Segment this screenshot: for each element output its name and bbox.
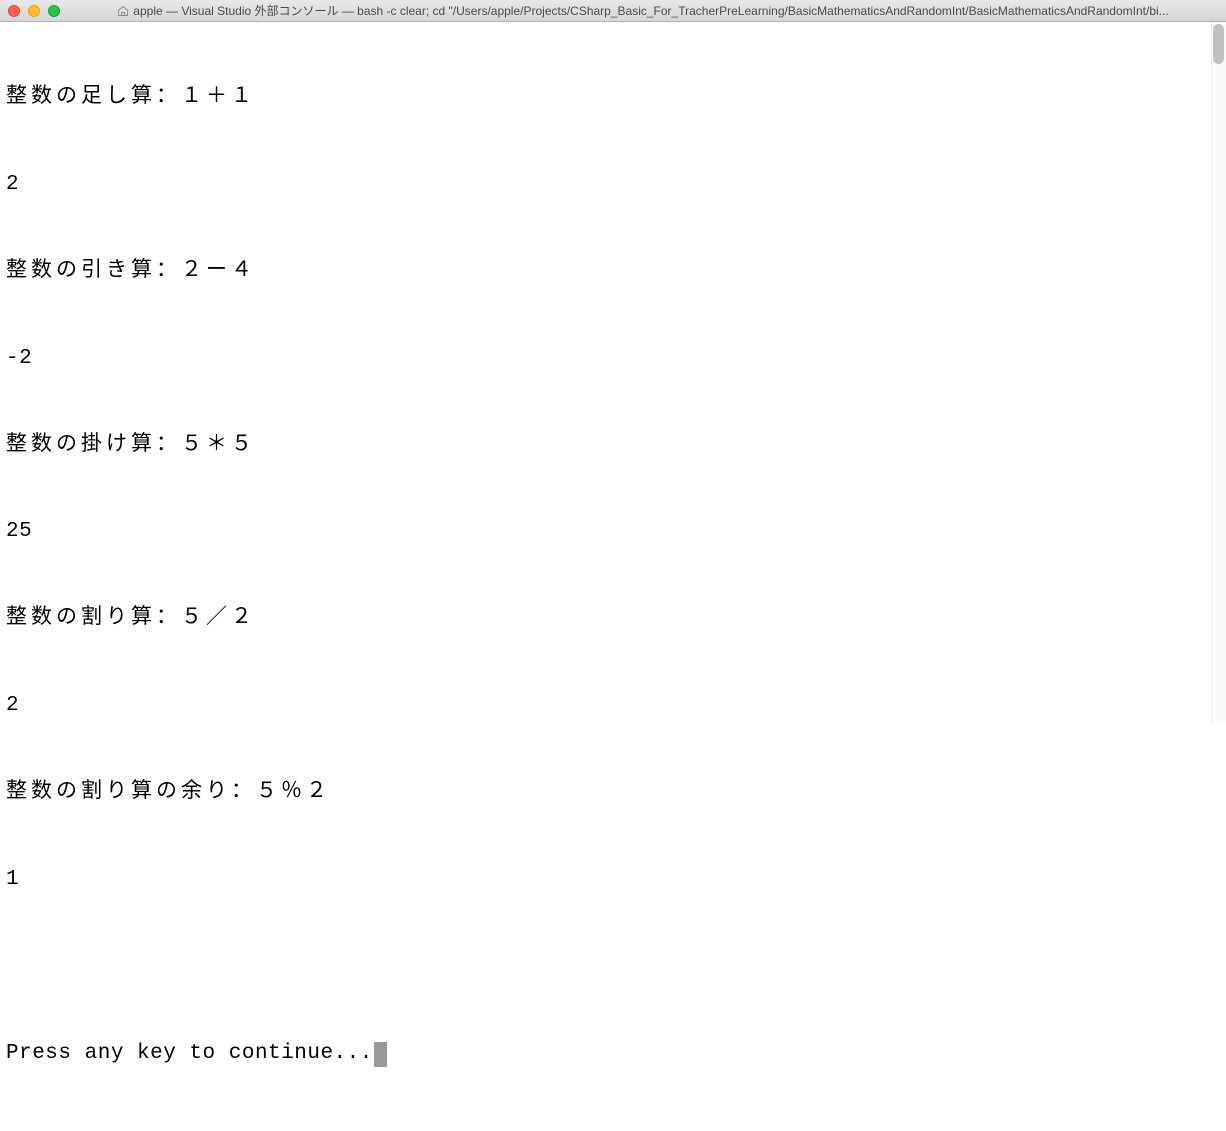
terminal-cursor bbox=[374, 1042, 387, 1067]
traffic-lights bbox=[8, 5, 60, 17]
window-title-text: apple — Visual Studio 外部コンソール — bash -c … bbox=[133, 2, 1168, 19]
scrollbar-thumb[interactable] bbox=[1213, 24, 1224, 64]
output-line: 1 bbox=[6, 866, 1220, 895]
output-line: 25 bbox=[6, 518, 1220, 547]
terminal-area[interactable]: 整数の足し算：１＋１ 2 整数の引き算：２ー４ -2 整数の掛け算：５＊５ 25… bbox=[0, 22, 1226, 723]
output-line: -2 bbox=[6, 345, 1220, 374]
window-titlebar: apple — Visual Studio 外部コンソール — bash -c … bbox=[0, 0, 1226, 22]
maximize-button[interactable] bbox=[48, 5, 60, 17]
prompt-text: Press any key to continue... bbox=[6, 1040, 373, 1069]
output-line: 整数の引き算：２ー４ bbox=[6, 258, 1220, 287]
output-line: 2 bbox=[6, 692, 1220, 721]
scrollbar-track[interactable] bbox=[1211, 22, 1226, 723]
close-button[interactable] bbox=[8, 5, 20, 17]
output-line: 整数の割り算の余り：５％２ bbox=[6, 779, 1220, 808]
blank-line bbox=[6, 953, 1220, 982]
title-content: apple — Visual Studio 外部コンソール — bash -c … bbox=[68, 2, 1218, 19]
home-icon bbox=[117, 5, 129, 17]
output-line: 整数の足し算：１＋１ bbox=[6, 84, 1220, 113]
terminal-content: 整数の足し算：１＋１ 2 整数の引き算：２ー４ -2 整数の掛け算：５＊５ 25… bbox=[0, 22, 1226, 1131]
output-line: 整数の割り算：５／２ bbox=[6, 605, 1220, 634]
prompt-line: Press any key to continue... bbox=[6, 1040, 1220, 1069]
output-line: 2 bbox=[6, 171, 1220, 200]
output-line: 整数の掛け算：５＊５ bbox=[6, 432, 1220, 461]
minimize-button[interactable] bbox=[28, 5, 40, 17]
